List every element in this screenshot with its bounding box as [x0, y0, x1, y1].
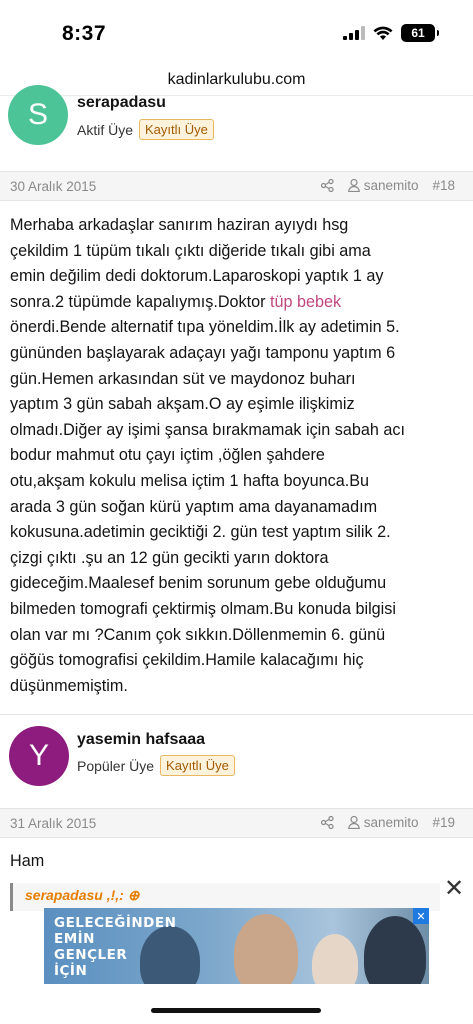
status-badge: Kayıtlı Üye — [139, 119, 214, 140]
body-line: otu,akşam kokulu melisa içtim 1 hafta bo… — [10, 471, 370, 490]
body-line: yaptım 3 gün sabah akşam.O ay eşimle ili… — [10, 395, 355, 414]
user-icon — [347, 816, 360, 829]
user-role: Popüler Üye Kayıtlı Üye — [77, 755, 235, 776]
avatar[interactable]: Y — [9, 726, 69, 786]
post-number[interactable]: #19 — [432, 815, 455, 830]
user-role: Aktif Üye Kayıtlı Üye — [77, 119, 214, 140]
share-icon[interactable] — [320, 179, 334, 192]
body-line: bodur mahmut otu çayı içtim ,öğlen şahde… — [10, 446, 325, 465]
battery-icon: 61 — [401, 24, 439, 42]
body-line: arada 3 gün soğan kürü yaptım ama dayana… — [10, 497, 378, 516]
body-line: olmadı.Diğer ay işimi şansa bırakmamak i… — [10, 420, 405, 439]
ad-person-image — [364, 916, 426, 984]
ad-banner[interactable]: GELECEĞİNDEN EMİN GENÇLER İÇİN ✕ — [44, 908, 429, 984]
ad-text: GELECEĞİNDEN EMİN GENÇLER İÇİN — [54, 915, 176, 979]
body-line: önerdi.Bende alternatif tıpa yöneldim.İl… — [10, 318, 400, 337]
post-meta-actions: sanemito #19 — [320, 815, 455, 830]
body-line: kokusuna.adetimin geciktiği 2. gün test … — [10, 523, 391, 542]
post-meta-actions: sanemito #18 — [320, 178, 455, 193]
username[interactable]: yasemin hafsaaa — [77, 731, 205, 749]
body-line: gününden başlayarak adaçayı yağı tamponu… — [10, 343, 396, 362]
close-ad-button[interactable]: ✕ — [439, 873, 469, 903]
user-icon — [347, 179, 360, 192]
status-time: 8:37 — [62, 22, 107, 45]
post-date[interactable]: 31 Aralık 2015 — [10, 816, 96, 831]
quote-block: serapadasu ,!,: ⊕ — [10, 883, 440, 911]
post-meta-2: 31 Aralık 2015 sanemito #19 — [0, 808, 473, 838]
body-line: emin değilim dedi doktorum.Laparoskopi y… — [10, 267, 384, 286]
post-date[interactable]: 30 Aralık 2015 — [10, 179, 96, 194]
status-badge: Kayıtlı Üye — [160, 755, 235, 776]
ad-line: İÇİN — [54, 963, 88, 979]
body-line: olan var mı ?Canım çok sıkkın.Döllenmemi… — [10, 625, 386, 644]
tup-bebek-link[interactable]: tüp bebek — [270, 293, 341, 311]
ad-line: EMİN — [54, 931, 95, 947]
body-line: gideceğim.Maalesef benim sorunum gebe ol… — [10, 574, 387, 593]
body-line: gün.Hemen arkasından süt ve maydonoz buh… — [10, 369, 356, 388]
quote-author[interactable]: serapadasu ,!,: ⊕ — [25, 887, 139, 904]
role-label: Aktif Üye — [77, 121, 134, 138]
body-line: düşünmemiştim. — [10, 676, 128, 695]
ad-person-image — [312, 934, 358, 984]
home-indicator — [151, 1008, 321, 1013]
body-line: çizgi çıktı .şu an 12 gün gecikti yarın … — [10, 548, 329, 567]
post-body-2: Ham — [10, 852, 45, 870]
body-line: çekildim 1 tüpüm tıkalı çıktı diğeride t… — [10, 241, 371, 260]
ad-person-image — [234, 914, 298, 984]
post-number[interactable]: #18 — [432, 178, 455, 193]
post-body-1: Merhaba arkadaşlar sanırım haziran ayıyd… — [10, 213, 460, 699]
share-icon[interactable] — [320, 816, 334, 829]
ad-line: GELECEĞİNDEN — [54, 915, 177, 931]
ad-line: GENÇLER — [54, 947, 128, 963]
post-header-1: S serapadasu Aktif Üye Kayıtlı Üye — [0, 85, 473, 163]
mention-user[interactable]: sanemito — [347, 178, 419, 193]
status-icons: 61 — [343, 24, 439, 42]
url-bar[interactable]: kadinlarkulubu.com — [0, 64, 473, 96]
status-bar: 8:37 61 — [0, 0, 473, 64]
body-line-with-link: sonra.2 tüpümde kapalıymış.Doktor tüp be… — [10, 290, 460, 316]
body-line: Merhaba arkadaşlar sanırım haziran ayıyd… — [10, 216, 349, 234]
mention-username: sanemito — [363, 815, 419, 830]
body-line: göğüs tomografisi çekildim.Hamile kalaca… — [10, 651, 364, 670]
post-header-2: Y yasemin hafsaaa Popüler Üye Kayıtlı Üy… — [0, 724, 473, 794]
wifi-icon — [373, 26, 393, 40]
signal-icon — [343, 26, 365, 40]
role-label: Popüler Üye — [77, 757, 155, 774]
mention-username: sanemito — [363, 178, 419, 193]
mention-user[interactable]: sanemito — [347, 815, 419, 830]
avatar[interactable]: S — [8, 85, 68, 145]
body-line: bilmeden tomografi çektirmiş olmam.Bu ko… — [10, 599, 396, 618]
username[interactable]: serapadasu — [77, 94, 166, 112]
body-line-text: sonra.2 tüpümde kapalıymış.Doktor — [10, 292, 271, 311]
ad-close-icon[interactable]: ✕ — [413, 908, 429, 924]
post-divider — [0, 714, 473, 715]
post-meta-1: 30 Aralık 2015 sanemito #18 — [0, 171, 473, 201]
